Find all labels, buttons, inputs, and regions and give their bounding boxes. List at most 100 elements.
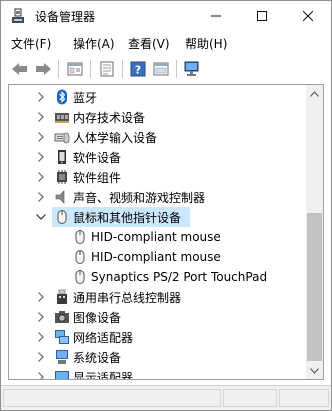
- menu-file[interactable]: 文件(F): [11, 35, 51, 52]
- update-driver-icon: [153, 62, 169, 76]
- chevron-right-icon[interactable]: [36, 87, 46, 107]
- device-label: 软件设备: [73, 150, 122, 165]
- device-category[interactable]: 声音、视频和游戏控制器: [9, 187, 309, 207]
- device-label: 蓝牙: [73, 90, 98, 105]
- device-label: 通用串行总线控制器: [73, 290, 182, 305]
- toolbar-separator: [176, 60, 177, 78]
- device-label: 软件组件: [73, 170, 122, 185]
- device-category[interactable]: 内存技术设备: [9, 107, 309, 127]
- chevron-right-icon[interactable]: [36, 367, 46, 379]
- menu-view[interactable]: 查看(V): [128, 35, 170, 52]
- device-category[interactable]: 网络适配器: [9, 327, 309, 347]
- chevron-right-icon[interactable]: [36, 347, 46, 367]
- scroll-down-button[interactable]: [306, 362, 323, 379]
- scroll-up-icon: [310, 90, 319, 97]
- mouse-icon: [75, 270, 85, 284]
- chevron-right-icon[interactable]: [36, 147, 46, 167]
- help-icon: ?: [130, 61, 146, 77]
- device-category[interactable]: 鼠标和其他指针设备: [9, 207, 309, 227]
- minimize-icon: [211, 15, 221, 17]
- device-category[interactable]: 人体学输入设备: [9, 127, 309, 147]
- forward-icon: [36, 63, 51, 75]
- toolbar-separator: [90, 60, 91, 78]
- device-label: 图像设备: [73, 310, 122, 325]
- help-button[interactable]: ?: [127, 58, 149, 80]
- scan-hardware-button[interactable]: [181, 58, 203, 80]
- hid-icon: [54, 132, 70, 144]
- software-component-icon: [57, 170, 67, 184]
- chevron-right-icon[interactable]: [36, 187, 46, 207]
- device-category[interactable]: 蓝牙: [9, 87, 309, 107]
- chevron-down-icon[interactable]: [36, 207, 46, 227]
- chevron-right-icon[interactable]: [36, 107, 46, 127]
- device-item[interactable]: HID-compliant mouse: [9, 247, 309, 267]
- device-item[interactable]: HID-compliant mouse: [9, 227, 309, 247]
- show-hidden-icon: [100, 61, 114, 77]
- device-category[interactable]: 图像设备: [9, 307, 309, 327]
- title-bar[interactable]: 设备管理器: [1, 1, 331, 31]
- chevron-right-icon[interactable]: [36, 287, 46, 307]
- properties-button[interactable]: [64, 58, 86, 80]
- chevron-right-icon[interactable]: [36, 127, 46, 147]
- scroll-down-icon: [310, 367, 319, 374]
- window-title: 设备管理器: [35, 10, 96, 24]
- minimize-button[interactable]: [193, 1, 239, 31]
- status-segment: [223, 389, 277, 407]
- chevron-right-icon[interactable]: [36, 327, 46, 347]
- usb-icon: [57, 289, 67, 304]
- device-label: 显示适配器: [73, 370, 134, 380]
- device-label: 系统设备: [73, 350, 122, 365]
- device-label: 鼠标和其他指针设备: [73, 210, 182, 225]
- status-segment: [3, 389, 221, 407]
- device-category[interactable]: 显示适配器: [9, 367, 309, 380]
- svg-text:?: ?: [135, 64, 141, 77]
- forward-button[interactable]: [32, 58, 54, 80]
- device-label: 声音、视频和游戏控制器: [73, 190, 206, 205]
- memory-device-icon: [55, 113, 69, 123]
- maximize-icon: [257, 11, 267, 21]
- camera-icon: [55, 311, 69, 323]
- device-label: HID-compliant mouse: [91, 230, 221, 244]
- chevron-right-icon[interactable]: [36, 167, 46, 187]
- status-bar: [1, 385, 331, 410]
- vertical-scrollbar[interactable]: [306, 85, 323, 379]
- scan-hardware-icon: [184, 61, 199, 76]
- software-device-icon: [58, 150, 66, 164]
- back-icon: [12, 63, 27, 75]
- device-label: 人体学输入设备: [73, 130, 158, 145]
- scroll-up-button[interactable]: [306, 85, 323, 102]
- menu-bar: 文件(F) 操作(A) 查看(V) 帮助(H): [1, 32, 331, 54]
- mouse-icon: [75, 230, 85, 244]
- close-button[interactable]: [285, 1, 331, 31]
- update-driver-button[interactable]: [150, 58, 172, 80]
- device-label: 内存技术设备: [73, 110, 146, 125]
- network-icon: [55, 330, 69, 344]
- status-segment: [279, 389, 329, 407]
- scrollbar-thumb[interactable]: [307, 213, 322, 361]
- speaker-icon: [55, 190, 65, 204]
- toolbar: ?: [1, 55, 331, 83]
- toolbar-separator: [58, 60, 59, 78]
- menu-help[interactable]: 帮助(H): [185, 35, 227, 52]
- system-device-icon: [56, 350, 68, 364]
- menu-action[interactable]: 操作(A): [73, 35, 115, 52]
- device-category[interactable]: 通用串行总线控制器: [9, 287, 309, 307]
- display-adapter-icon: [55, 371, 69, 379]
- device-label: HID-compliant mouse: [91, 250, 221, 264]
- device-category[interactable]: 系统设备: [9, 347, 309, 367]
- bluetooth-icon: [57, 89, 67, 105]
- device-category[interactable]: 软件组件: [9, 167, 309, 187]
- device-category[interactable]: 软件设备: [9, 147, 309, 167]
- close-icon: [303, 11, 313, 21]
- device-tree[interactable]: 蓝牙内存技术设备 人体学输入设备 软件设备软件组件声音、视频和游戏控制器 鼠标和其他指…: [8, 84, 324, 380]
- properties-icon: [67, 62, 83, 76]
- device-item[interactable]: Synaptics PS/2 Port TouchPad: [9, 267, 309, 287]
- back-button[interactable]: [9, 58, 31, 80]
- toolbar-separator: [122, 60, 123, 78]
- maximize-button[interactable]: [239, 1, 285, 31]
- device-manager-window: 设备管理器 文件(F) 操作(A) 查看(V) 帮助(H) ? 蓝牙 内存技术设…: [0, 0, 332, 411]
- device-label: 网络适配器: [73, 330, 134, 345]
- show-hidden-button[interactable]: [96, 58, 118, 80]
- device-label: Synaptics PS/2 Port TouchPad: [91, 270, 268, 284]
- chevron-right-icon[interactable]: [36, 307, 46, 327]
